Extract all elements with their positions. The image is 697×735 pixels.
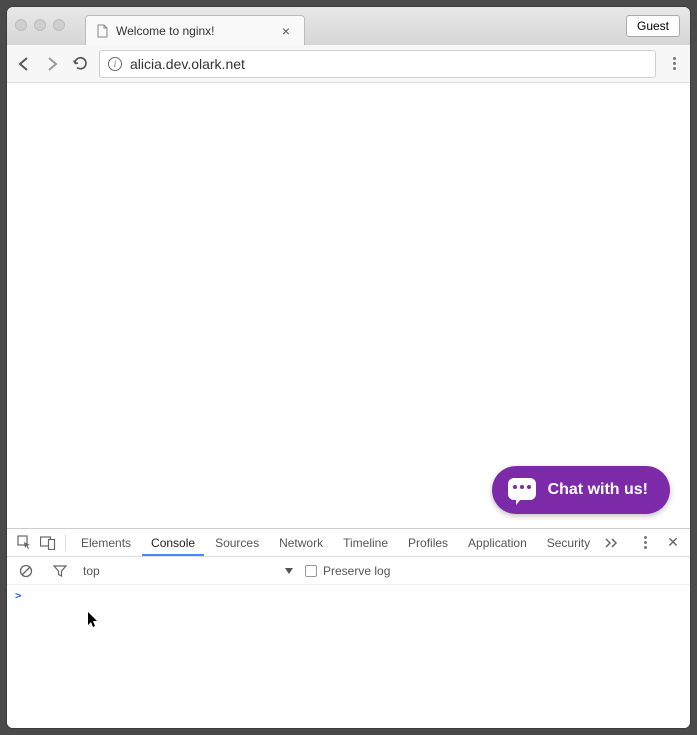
tab-strip: Welcome to nginx! × Guest: [7, 7, 690, 45]
window-controls: [15, 19, 65, 31]
context-label: top: [83, 564, 100, 578]
context-selector[interactable]: top: [83, 564, 293, 578]
tab-network[interactable]: Network: [270, 529, 332, 556]
checkbox-icon: [305, 565, 317, 577]
tab-security[interactable]: Security: [538, 529, 599, 556]
inspect-element-icon[interactable]: [13, 532, 35, 554]
separator: [65, 535, 66, 551]
chevron-down-icon: [285, 568, 293, 574]
browser-menu-icon[interactable]: [666, 57, 682, 70]
back-button[interactable]: [15, 55, 33, 73]
tab-sources[interactable]: Sources: [206, 529, 268, 556]
console-toolbar: top Preserve log: [7, 557, 690, 585]
chat-bubble-icon: [508, 478, 536, 502]
browser-tab[interactable]: Welcome to nginx! ×: [85, 15, 305, 45]
devtools-tab-bar: Elements Console Sources Network Timelin…: [7, 529, 690, 557]
address-bar[interactable]: i alicia.dev.olark.net: [99, 50, 656, 78]
overflow-tabs-icon[interactable]: [601, 532, 623, 554]
tab-application[interactable]: Application: [459, 529, 536, 556]
preserve-log-checkbox[interactable]: Preserve log: [305, 564, 390, 578]
page-icon: [96, 24, 110, 38]
url-text: alicia.dev.olark.net: [130, 56, 245, 72]
tab-timeline[interactable]: Timeline: [334, 529, 397, 556]
forward-button[interactable]: [43, 55, 61, 73]
browser-toolbar: i alicia.dev.olark.net: [7, 45, 690, 83]
profile-button[interactable]: Guest: [626, 15, 680, 37]
filter-icon[interactable]: [49, 560, 71, 582]
close-devtools-icon[interactable]: ✕: [662, 532, 684, 554]
device-toolbar-icon[interactable]: [37, 532, 59, 554]
console-prompt: >: [15, 589, 22, 602]
preserve-log-label: Preserve log: [323, 564, 390, 578]
devtools-panel: Elements Console Sources Network Timelin…: [7, 528, 690, 728]
close-window-button[interactable]: [15, 19, 27, 31]
tab-console[interactable]: Console: [142, 529, 204, 556]
maximize-window-button[interactable]: [53, 19, 65, 31]
chat-widget[interactable]: Chat with us!: [492, 466, 670, 514]
browser-window: Welcome to nginx! × Guest i alicia.dev.o…: [7, 7, 690, 728]
chat-widget-label: Chat with us!: [548, 481, 648, 499]
tab-elements[interactable]: Elements: [72, 529, 140, 556]
tab-profiles[interactable]: Profiles: [399, 529, 457, 556]
minimize-window-button[interactable]: [34, 19, 46, 31]
page-content: Chat with us!: [7, 83, 690, 528]
close-tab-icon[interactable]: ×: [278, 23, 294, 39]
console-output[interactable]: >: [7, 585, 690, 728]
mouse-cursor-icon: [87, 611, 99, 629]
tab-title: Welcome to nginx!: [116, 24, 215, 38]
site-info-icon[interactable]: i: [108, 57, 122, 71]
devtools-menu-icon[interactable]: [634, 532, 656, 554]
clear-console-icon[interactable]: [15, 560, 37, 582]
reload-button[interactable]: [71, 55, 89, 73]
